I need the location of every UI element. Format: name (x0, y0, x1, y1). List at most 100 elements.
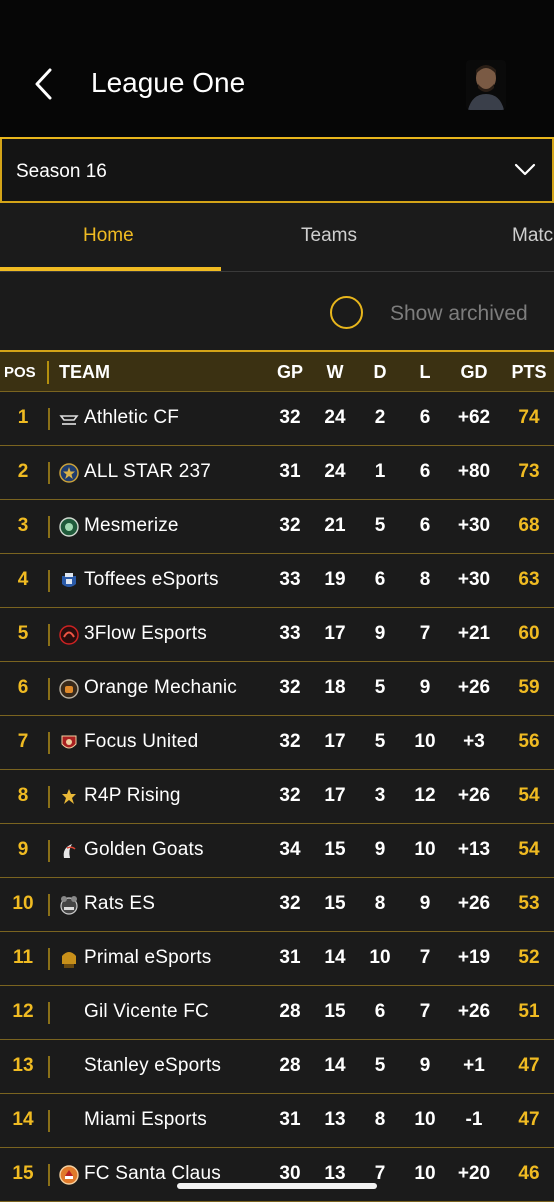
table-row[interactable]: 2 ALL STAR 237 31 24 1 6 +80 73 (0, 446, 554, 500)
position: 11 (12, 947, 34, 968)
losses: 10 (414, 731, 436, 752)
games-played: 32 (279, 515, 301, 536)
team-name: FC Santa Claus (84, 1163, 221, 1184)
team-name: Miami Esports (84, 1109, 207, 1130)
wins: 17 (324, 731, 346, 752)
table-row[interactable]: 8 R4P Rising 32 17 3 12 +26 54 (0, 770, 554, 824)
table-row[interactable]: 4 Toffees eSports 33 19 6 8 +30 63 (0, 554, 554, 608)
season-select[interactable]: Season 16 (0, 139, 554, 203)
header-divider-line (47, 361, 49, 384)
row-divider-line (48, 1056, 50, 1078)
position: 9 (17, 839, 29, 860)
table-row[interactable]: 14 Miami Esports 31 13 8 10 -1 47 (0, 1094, 554, 1148)
draws: 1 (374, 461, 386, 482)
losses: 7 (419, 947, 431, 968)
points: 63 (518, 569, 540, 590)
row-divider-line (48, 786, 50, 808)
row-divider-line (48, 408, 50, 430)
team-name: Orange Mechanic (84, 677, 237, 698)
back-chevron-icon[interactable] (30, 66, 58, 102)
wins: 17 (324, 623, 346, 644)
wins: 17 (324, 785, 346, 806)
points: 59 (518, 677, 540, 698)
tab-teams[interactable]: Teams (301, 225, 357, 247)
table-row[interactable]: 13 Stanley eSports 28 14 5 9 +1 47 (0, 1040, 554, 1094)
tab-home[interactable]: Home (83, 225, 134, 247)
orange-mechanic-logo-icon (59, 679, 79, 699)
games-played: 31 (279, 1109, 301, 1130)
table-row[interactable]: 5 3Flow Esports 33 17 9 7 +21 60 (0, 608, 554, 662)
table-row[interactable]: 3 Mesmerize 32 21 5 6 +30 68 (0, 500, 554, 554)
goal-difference: +20 (457, 1163, 491, 1184)
draws: 6 (374, 1001, 386, 1022)
show-archived-toggle[interactable]: Show archived (330, 296, 554, 336)
wins: 15 (324, 839, 346, 860)
wins: 13 (324, 1109, 346, 1130)
team-name: Gil Vicente FC (84, 1001, 209, 1022)
losses: 7 (419, 623, 431, 644)
chevron-down-icon (514, 163, 536, 176)
goal-difference: +19 (457, 947, 491, 968)
goal-difference: +26 (457, 677, 491, 698)
column-header-l[interactable]: L (407, 362, 443, 383)
column-header-pos[interactable]: POS (4, 364, 36, 381)
position: 4 (17, 569, 29, 590)
wins: 18 (324, 677, 346, 698)
active-tab-indicator (0, 267, 221, 271)
goal-difference: +1 (463, 1055, 485, 1076)
row-divider-line (48, 570, 50, 592)
points: 54 (518, 785, 540, 806)
row-divider-line (48, 1164, 50, 1186)
games-played: 32 (279, 893, 301, 914)
losses: 6 (419, 407, 431, 428)
row-divider-line (48, 894, 50, 916)
games-played: 32 (279, 785, 301, 806)
column-header-team[interactable]: TEAM (59, 362, 110, 383)
row-divider-line (48, 678, 50, 700)
points: 47 (518, 1109, 540, 1130)
points: 60 (518, 623, 540, 644)
table-row[interactable]: 12 Gil Vicente FC 28 15 6 7 +26 51 (0, 986, 554, 1040)
position: 5 (17, 623, 29, 644)
team-name: R4P Rising (84, 785, 181, 806)
column-header-gd[interactable]: GD (450, 362, 498, 383)
standings-table: 1 Athletic CF 32 24 2 6 +62 74 2 ALL STA… (0, 392, 554, 1202)
row-divider-line (48, 840, 50, 862)
tab-matches[interactable]: Matc (512, 225, 553, 247)
position: 15 (12, 1163, 34, 1184)
avatar[interactable] (466, 60, 506, 110)
goal-difference: +30 (457, 569, 491, 590)
team-name: Primal eSports (84, 947, 212, 968)
goal-difference: +62 (457, 407, 491, 428)
table-row[interactable]: 1 Athletic CF 32 24 2 6 +62 74 (0, 392, 554, 446)
table-row[interactable]: 9 Golden Goats 34 15 9 10 +13 54 (0, 824, 554, 878)
draws: 7 (374, 1163, 386, 1184)
table-row[interactable]: 7 Focus United 32 17 5 10 +3 56 (0, 716, 554, 770)
draws: 9 (374, 839, 386, 860)
games-played: 31 (279, 947, 301, 968)
draws: 2 (374, 407, 386, 428)
table-row[interactable]: 15 FC Santa Claus 30 13 7 10 +20 46 (0, 1148, 554, 1202)
losses: 9 (419, 1055, 431, 1076)
goal-difference: +13 (457, 839, 491, 860)
table-row[interactable]: 11 Primal eSports 31 14 10 7 +19 52 (0, 932, 554, 986)
home-indicator[interactable] (177, 1183, 377, 1189)
column-header-pts[interactable]: PTS (508, 362, 550, 383)
rats-es-logo-icon (60, 896, 78, 915)
archived-radio-button[interactable] (330, 296, 363, 329)
draws: 5 (374, 515, 386, 536)
losses: 6 (419, 515, 431, 536)
column-header-w[interactable]: W (317, 362, 353, 383)
points: 74 (518, 407, 540, 428)
position: 3 (17, 515, 29, 536)
table-row[interactable]: 10 Rats ES 32 15 8 9 +26 53 (0, 878, 554, 932)
column-header-d[interactable]: D (362, 362, 398, 383)
toffees-logo-icon (62, 573, 76, 587)
wins: 24 (324, 407, 346, 428)
points: 51 (518, 1001, 540, 1022)
games-played: 34 (279, 839, 301, 860)
column-header-gp[interactable]: GP (272, 362, 308, 383)
games-played: 28 (279, 1001, 301, 1022)
table-row[interactable]: 6 Orange Mechanic 32 18 5 9 +26 59 (0, 662, 554, 716)
position: 7 (17, 731, 29, 752)
